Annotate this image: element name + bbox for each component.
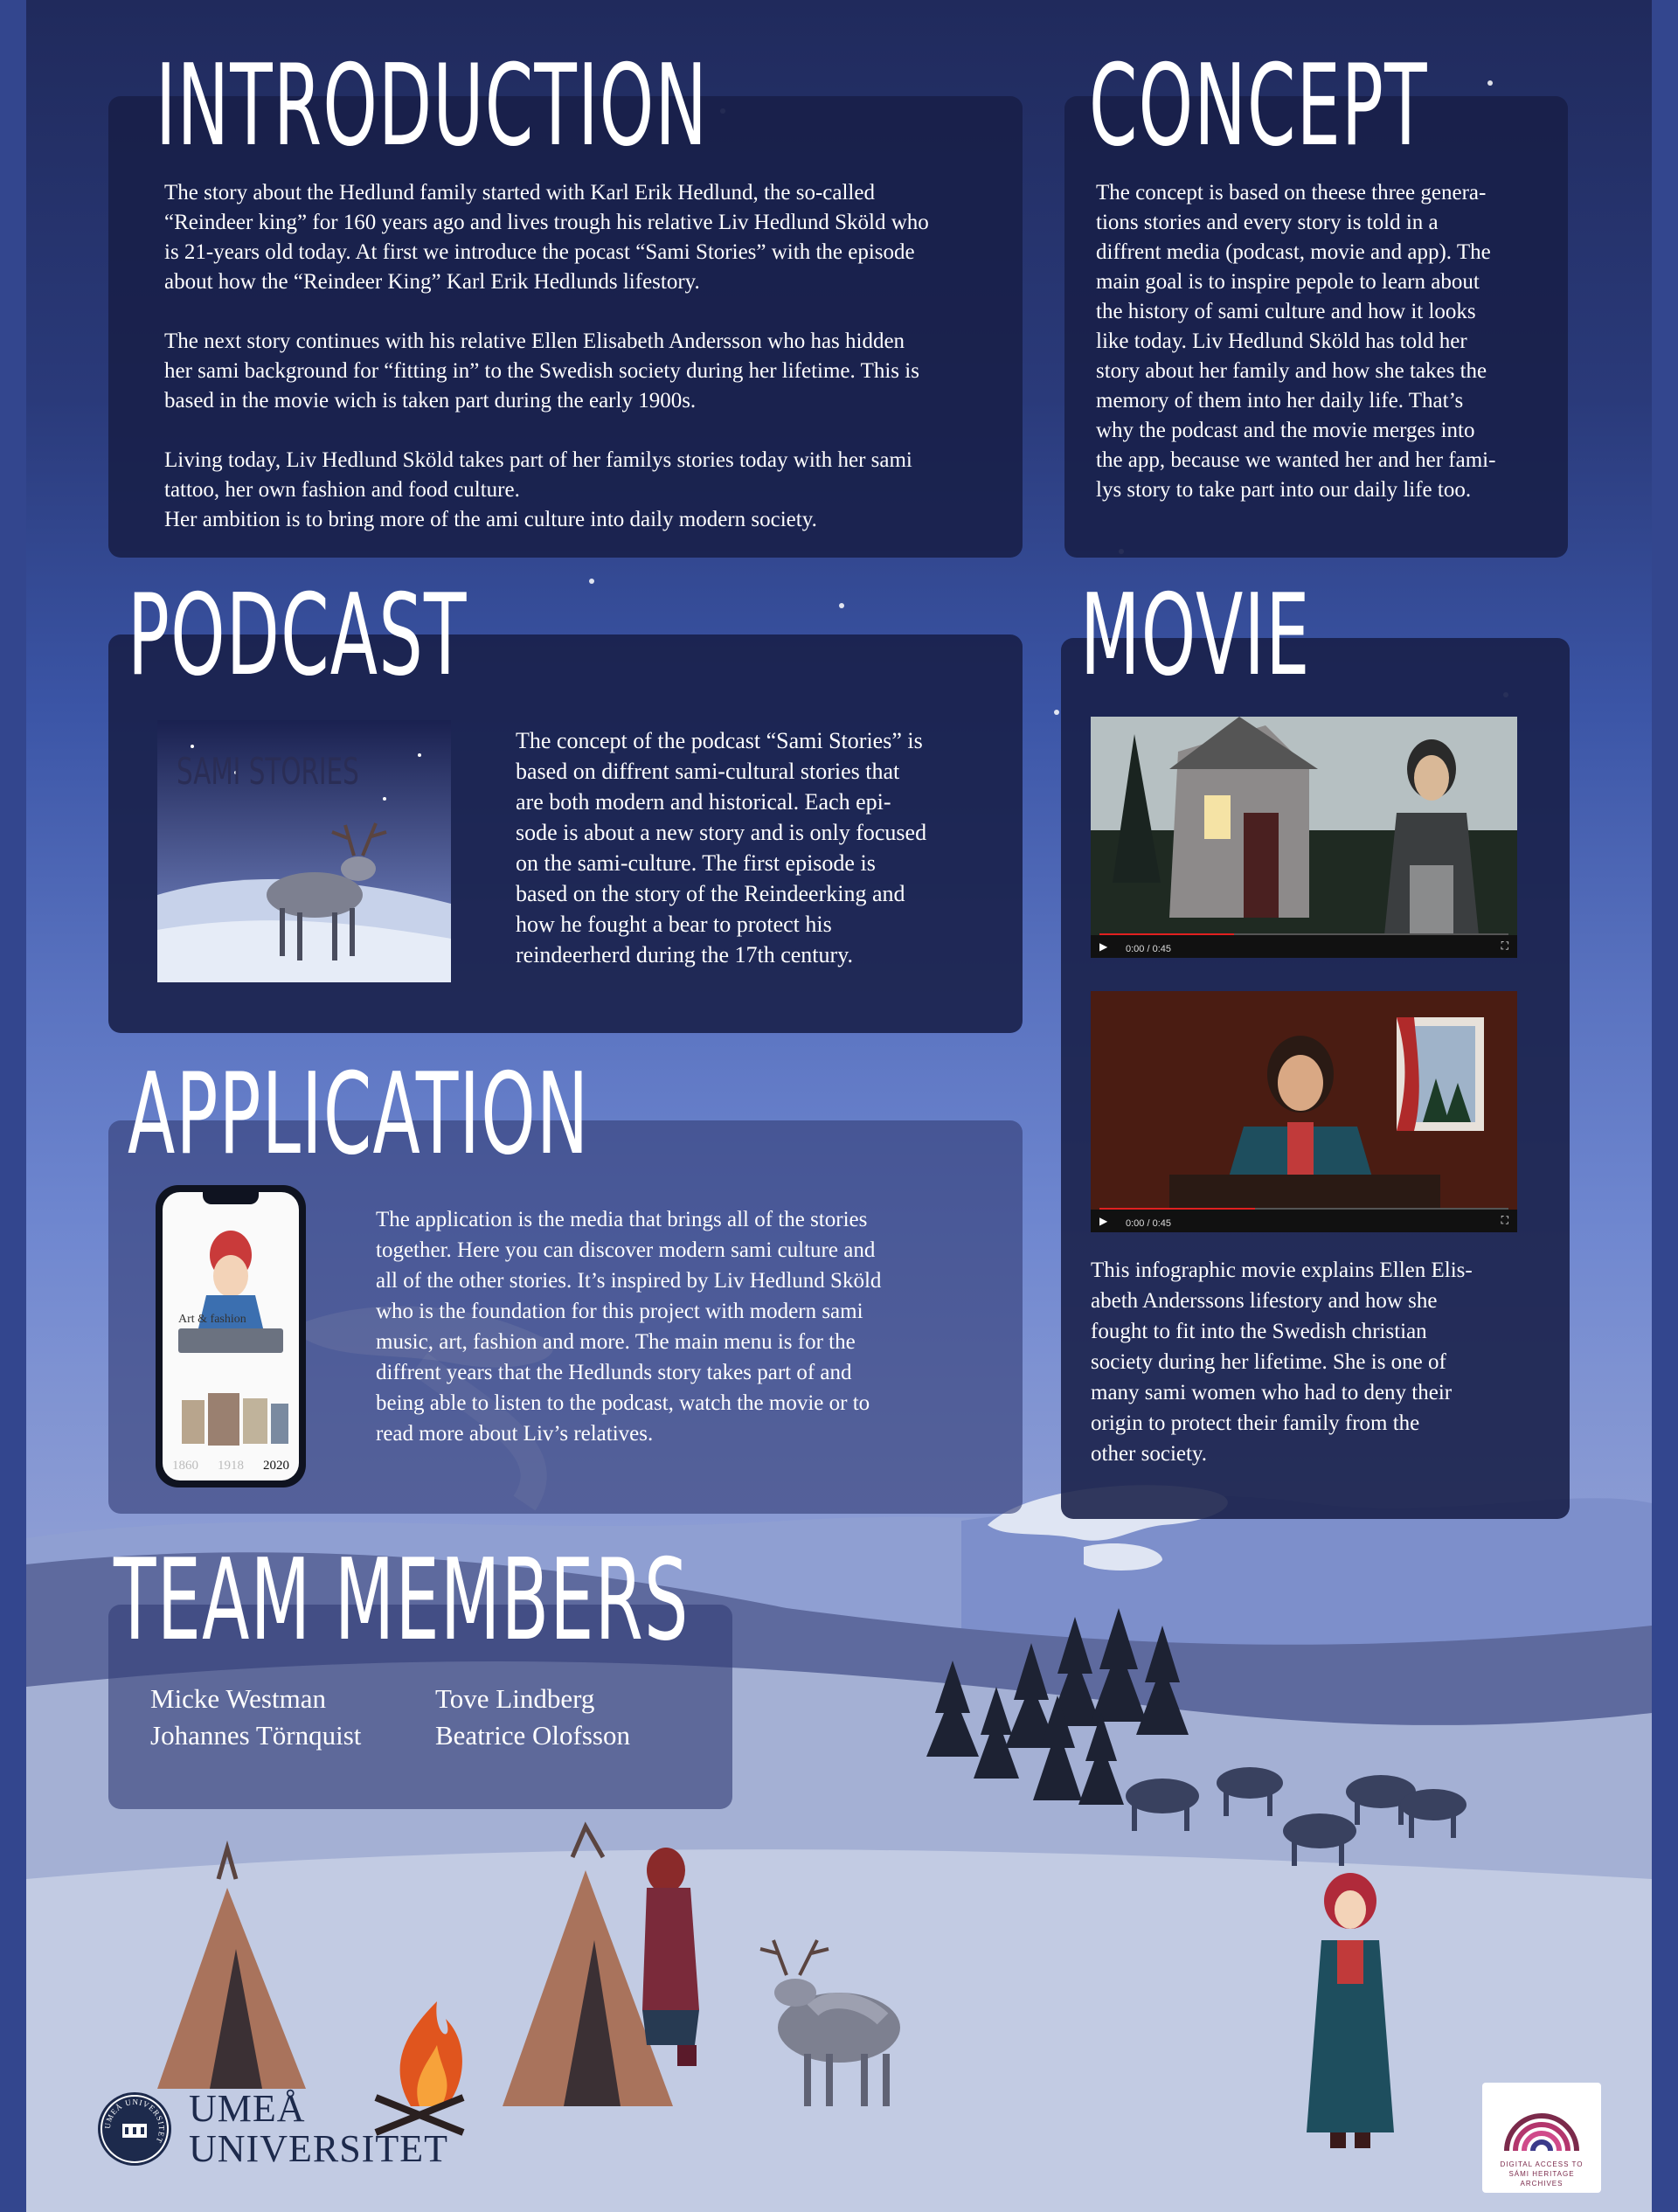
movie-video-2[interactable]: ▶ 0:00 / 0:45 ⛶ bbox=[1091, 991, 1517, 1232]
play-icon[interactable]: ▶ bbox=[1099, 940, 1107, 953]
team-member: Beatrice Olofsson bbox=[435, 1720, 630, 1751]
team-heading: TEAM MEMBERS bbox=[114, 1536, 690, 1666]
movie-video-1-time: 0:00 / 0:45 bbox=[1126, 944, 1171, 954]
umea-seal-icon: UMEÅ UNIVERSITET bbox=[101, 2095, 169, 2163]
introduction-text: The story about the Hedlund family start… bbox=[164, 181, 929, 531]
podcast-text: The concept of the podcast “Sami Stories… bbox=[516, 728, 927, 967]
team-member: Johannes Törnquist bbox=[150, 1720, 362, 1751]
app-phone-mockup[interactable]: Art & fashion 1860 1918 2020 bbox=[156, 1185, 306, 1487]
movie-video-2-controls[interactable]: ▶ 0:00 / 0:45 ⛶ bbox=[1091, 1210, 1517, 1232]
team-member: Micke Westman bbox=[150, 1683, 326, 1714]
application-heading: APPLICATION bbox=[128, 1050, 590, 1180]
app-phone-overlay bbox=[178, 1328, 283, 1353]
podcast-cover-title: SAMI STORIES bbox=[177, 750, 359, 793]
play-icon[interactable]: ▶ bbox=[1099, 1215, 1107, 1227]
movie-heading: MOVIE bbox=[1080, 571, 1311, 701]
app-phone-screen: Art & fashion 1860 1918 2020 bbox=[163, 1192, 299, 1480]
concept-heading: CONCEPT bbox=[1089, 41, 1428, 171]
app-year-2020[interactable]: 2020 bbox=[263, 1459, 289, 1474]
poster: INTRODUCTION The story about the Hedlund… bbox=[0, 0, 1678, 2212]
movie-video-1-controls[interactable]: ▶ 0:00 / 0:45 ⛶ bbox=[1091, 935, 1517, 958]
umea-universitet-logo-text: UMEÅ UNIVERSITET bbox=[189, 2087, 448, 2170]
movie-frame-2 bbox=[1091, 991, 1517, 1232]
concept-text: The concept is based on theese three gen… bbox=[1096, 181, 1496, 502]
movie-video-2-time: 0:00 / 0:45 bbox=[1126, 1218, 1171, 1229]
introduction-heading: INTRODUCTION bbox=[156, 41, 709, 171]
app-phone-notch bbox=[203, 1192, 259, 1204]
sami-heritage-logo-icon bbox=[1504, 2113, 1579, 2152]
app-year-1918[interactable]: 1918 bbox=[218, 1459, 244, 1474]
app-phone-label: Art & fashion bbox=[178, 1313, 246, 1326]
fullscreen-icon[interactable]: ⛶ bbox=[1501, 940, 1508, 953]
movie-text: This infographic movie explains Ellen El… bbox=[1091, 1259, 1473, 1466]
podcast-heading: PODCAST bbox=[128, 571, 468, 701]
movie-video-1[interactable]: ▶ 0:00 / 0:45 ⛶ bbox=[1091, 717, 1517, 958]
fullscreen-icon[interactable]: ⛶ bbox=[1501, 1214, 1508, 1227]
app-year-1860[interactable]: 1860 bbox=[172, 1459, 198, 1474]
sami-logo-text: DIGITAL ACCESS TO SÁMI HERITAGE ARCHIVES bbox=[1500, 2160, 1584, 2188]
team-member: Tove Lindberg bbox=[435, 1683, 595, 1714]
application-text: The application is the media that brings… bbox=[376, 1208, 882, 1446]
app-year-menu[interactable]: 1860 1918 2020 bbox=[163, 1459, 299, 1474]
umea-universitet-seal: UMEÅ UNIVERSITET bbox=[98, 2092, 171, 2166]
sami-heritage-archives-logo: DIGITAL ACCESS TO SÁMI HERITAGE ARCHIVES bbox=[1482, 2083, 1601, 2193]
podcast-cover[interactable]: SAMI STORIES bbox=[157, 720, 451, 982]
movie-frame-1 bbox=[1091, 717, 1517, 958]
